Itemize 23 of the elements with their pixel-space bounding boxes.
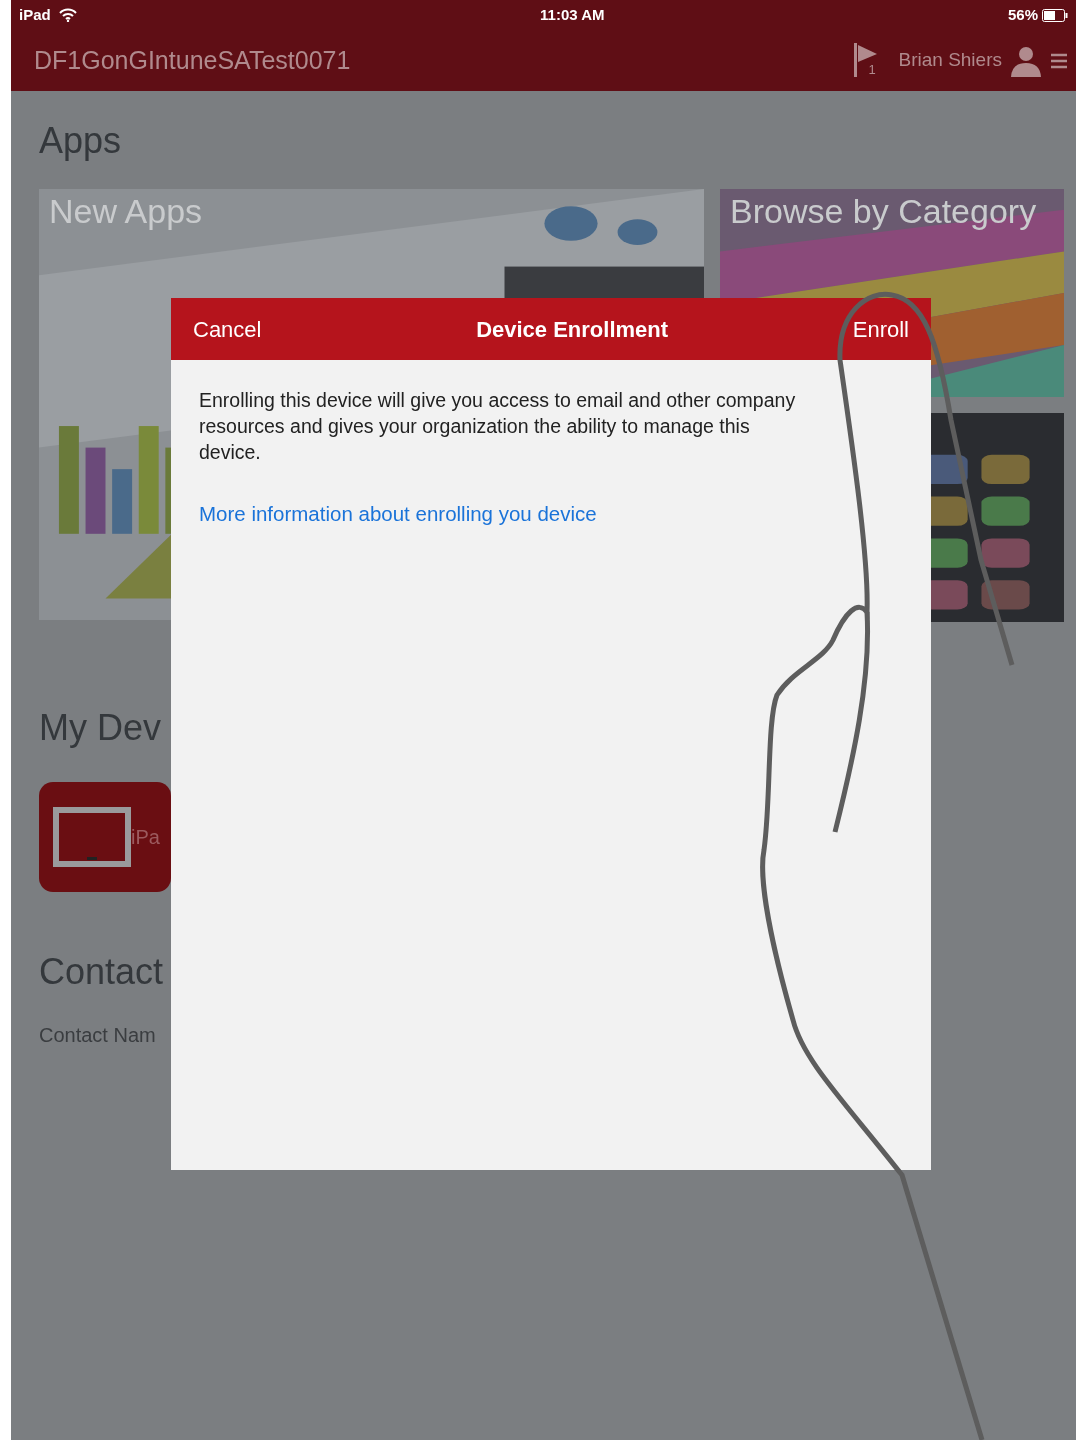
app-title: DF1GonGIntuneSATest0071 bbox=[34, 44, 351, 76]
section-heading: My Dev bbox=[39, 710, 162, 746]
flag-count: 1 bbox=[868, 62, 876, 76]
user-name[interactable]: Brian Shiers bbox=[898, 46, 1002, 75]
tablet-icon bbox=[53, 807, 131, 867]
section-heading: Contact bbox=[39, 954, 165, 990]
tile-title: Browse by Category bbox=[729, 191, 1038, 232]
battery-icon bbox=[1042, 8, 1068, 22]
battery-percent: 56% bbox=[1007, 4, 1038, 25]
info-link[interactable]: More information about enrolling you device bbox=[199, 501, 597, 525]
device-tile[interactable]: iPa bbox=[39, 782, 171, 892]
device-name: iPa bbox=[131, 825, 160, 850]
wifi-icon bbox=[58, 8, 77, 22]
enroll-button[interactable]: Enroll bbox=[852, 312, 909, 346]
section-heading: Apps bbox=[39, 123, 123, 159]
carrier-label: iPad bbox=[19, 4, 51, 25]
dialog-title: Device Enrollment bbox=[476, 315, 669, 344]
menu-icon[interactable] bbox=[1050, 51, 1068, 70]
person-icon[interactable] bbox=[1010, 44, 1042, 77]
clock-time: 11:03 AM bbox=[540, 4, 605, 25]
field-label: Contact Nam bbox=[39, 1023, 157, 1048]
tile-title: New Apps bbox=[48, 191, 204, 232]
cancel-button[interactable]: Cancel bbox=[193, 312, 262, 346]
